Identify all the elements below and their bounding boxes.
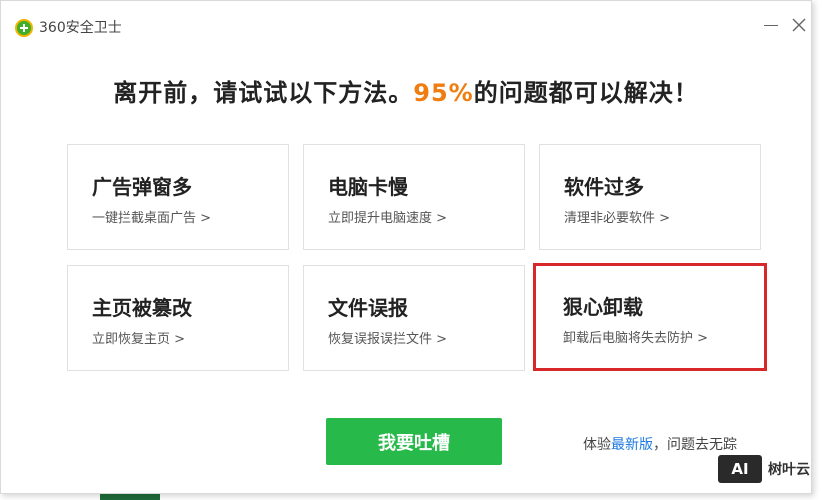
watermark: AI 树叶云 <box>718 452 810 486</box>
headline-percent: 95% <box>413 79 474 107</box>
footer-note: 体验最新版，问题去无踪 <box>583 434 737 454</box>
close-button[interactable] <box>789 15 809 35</box>
card-subtitle: 立即恢复主页 > <box>92 332 186 347</box>
card-too-many-software[interactable]: 软件过多 清理非必要软件 > <box>539 144 761 250</box>
headline-after: 的问题都可以解决！ <box>473 79 699 107</box>
footer-prefix: 体验 <box>583 437 611 453</box>
headline-before: 离开前，请试试以下方法。 <box>113 79 414 107</box>
360-logo-icon <box>15 19 33 37</box>
headline: 离开前，请试试以下方法。95%的问题都可以解决！ <box>1 73 811 108</box>
card-title: 软件过多 <box>564 175 644 199</box>
card-title: 主页被篡改 <box>92 296 192 320</box>
card-subtitle: 一键拦截桌面广告 > <box>92 211 212 226</box>
card-subtitle: 立即提升电脑速度 > <box>328 211 448 226</box>
footer-suffix: ，问题去无踪 <box>653 437 737 453</box>
card-false-positive[interactable]: 文件误报 恢复误报误拦文件 > <box>303 265 525 371</box>
card-homepage-hijacked[interactable]: 主页被篡改 立即恢复主页 > <box>67 265 289 371</box>
feedback-button[interactable]: 我要吐槽 <box>326 418 502 465</box>
card-popup-ads[interactable]: 广告弹窗多 一键拦截桌面广告 > <box>67 144 289 250</box>
background-window-strip <box>100 494 160 500</box>
minimize-icon <box>764 25 778 26</box>
card-title: 文件误报 <box>328 296 408 320</box>
latest-version-link[interactable]: 最新版 <box>611 437 653 453</box>
card-title: 狠心卸载 <box>563 295 643 319</box>
card-subtitle: 清理非必要软件 > <box>564 211 671 226</box>
card-subtitle: 卸载后电脑将失去防护 > <box>563 331 709 346</box>
card-title: 广告弹窗多 <box>92 175 192 199</box>
minimize-button[interactable] <box>761 15 781 35</box>
title-bar: 360安全卫士 <box>1 1 811 41</box>
card-subtitle: 恢复误报误拦文件 > <box>328 332 448 347</box>
card-slow-pc[interactable]: 电脑卡慢 立即提升电脑速度 > <box>303 144 525 250</box>
app-title: 360安全卫士 <box>39 20 122 36</box>
uninstall-dialog: 360安全卫士 离开前，请试试以下方法。95%的问题都可以解决！ 广告弹窗多 一… <box>0 0 812 494</box>
watermark-text: 树叶云 <box>768 462 810 478</box>
watermark-badge: AI <box>718 455 762 483</box>
card-uninstall[interactable]: 狠心卸载 卸载后电脑将失去防护 > <box>533 263 767 371</box>
close-icon <box>792 18 806 32</box>
card-title: 电脑卡慢 <box>328 175 408 199</box>
